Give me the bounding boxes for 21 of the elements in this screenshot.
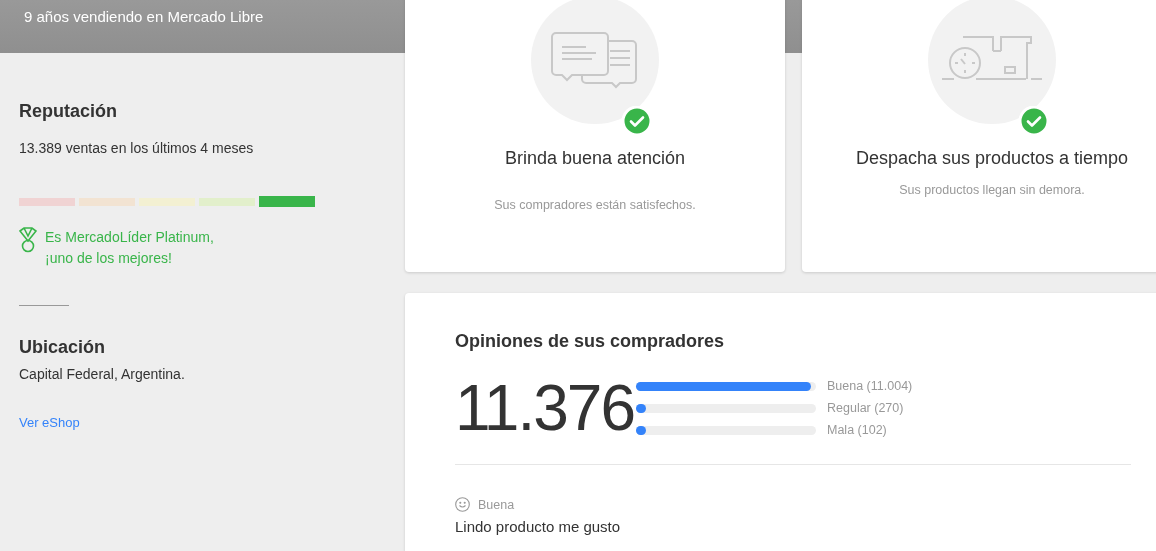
seller-years-text: 9 años vendiendo en Mercado Libre bbox=[24, 8, 265, 27]
review-rating: Buena bbox=[478, 497, 515, 512]
review-text: Lindo producto me gusto bbox=[455, 518, 622, 535]
section-title: Ubicación bbox=[19, 336, 107, 358]
smiley-icon bbox=[455, 497, 470, 512]
platinum-seller-text: Es MercadoLíder Platinum, ¡uno de los mejores! bbox=[45, 228, 214, 268]
card-title: Opiniones de sus compradores bbox=[455, 331, 726, 352]
feature-subtitle: Sus compradores están satisfechos. bbox=[494, 198, 696, 212]
rating-label: Mala (102) bbox=[827, 423, 887, 437]
medal-icon bbox=[19, 227, 37, 253]
opinions-total: 11.376 bbox=[455, 371, 635, 446]
feature-subtitle: Sus productos llegan sin demora. bbox=[899, 183, 1085, 197]
section-title: Reputación bbox=[19, 100, 118, 122]
location-text: Capital Federal, Argentina. bbox=[19, 366, 186, 382]
eshop-link[interactable]: Ver eShop bbox=[19, 415, 80, 430]
rating-label: Buena (11.004) bbox=[827, 379, 913, 393]
feature-title: Brinda buena atención bbox=[504, 147, 686, 170]
rating-label: Regular (270) bbox=[827, 401, 904, 415]
feature-title: Despacha sus productos a tiempo bbox=[855, 147, 1129, 170]
chat-bubbles-icon bbox=[550, 31, 640, 89]
sales-text: 13.389 ventas en los últimos 4 meses bbox=[19, 140, 255, 156]
